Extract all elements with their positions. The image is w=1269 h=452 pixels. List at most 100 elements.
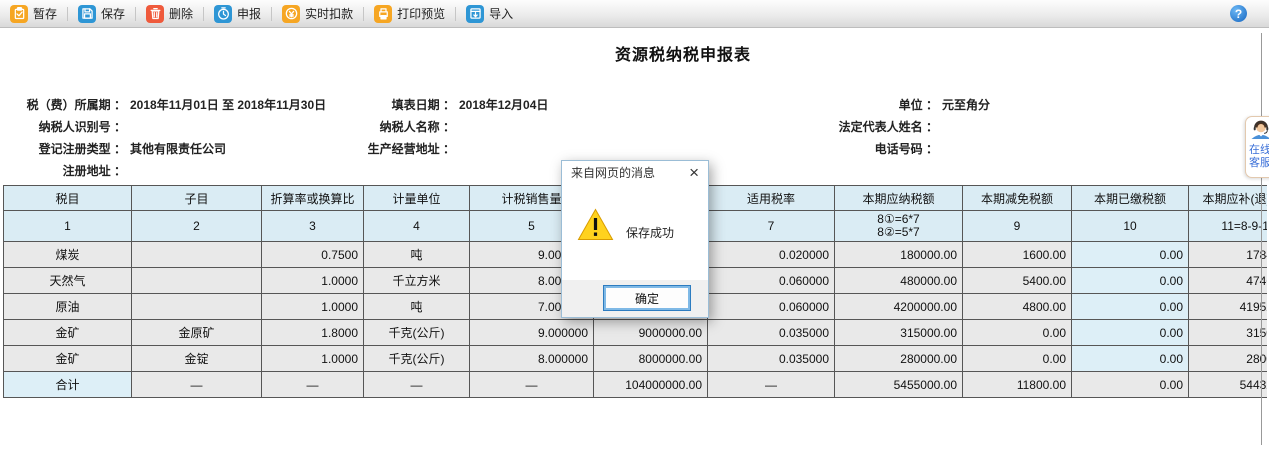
dialog-footer: 确定 (562, 280, 708, 317)
column-code: 2 (132, 211, 262, 242)
toolbar-button-label: 保存 (101, 5, 125, 22)
import-button[interactable]: 导入 (464, 5, 515, 23)
table-row: 合计————104000000.00—5455000.0011800.000.0… (4, 372, 1268, 398)
column-header: 本期减免税额 (963, 186, 1072, 211)
cell: 9.000000 (470, 320, 594, 346)
column-code: 1 (4, 211, 132, 242)
cell (132, 268, 262, 294)
column-code: 9 (963, 211, 1072, 242)
cell: 0.020000 (708, 242, 835, 268)
temp-save-icon (10, 5, 28, 23)
save-icon (78, 5, 96, 23)
cell: 5443200.00 (1189, 372, 1268, 398)
cell: — (708, 372, 835, 398)
toolbar-separator (271, 7, 272, 21)
column-header: 本期已缴税额 (1072, 186, 1189, 211)
cell: 0.00 (963, 320, 1072, 346)
cell: 0.00 (1072, 372, 1189, 398)
cell[interactable]: 0.00 (1072, 320, 1189, 346)
column-header: 税目 (4, 186, 132, 211)
save-button[interactable]: 保存 (76, 5, 127, 23)
field-label: 纳税人名称 ： (330, 118, 455, 135)
column-code: 4 (364, 211, 470, 242)
column-header: 本期应补(退)税额 (1189, 186, 1268, 211)
cell: 原油 (4, 294, 132, 320)
cell: 煤炭 (4, 242, 132, 268)
field-label: 生产经营地址 ： (330, 140, 455, 157)
cell (132, 294, 262, 320)
field-label: 法定代表人姓名 ： (750, 118, 938, 135)
cell[interactable]: 0.00 (1072, 294, 1189, 320)
field-value: 2018年12月04日 (459, 96, 548, 113)
cell: 280000.00 (1189, 346, 1268, 372)
toolbar-button-label: 实时扣款 (305, 5, 353, 22)
help-icon[interactable]: ? (1230, 5, 1247, 22)
cell: 4200000.00 (835, 294, 963, 320)
field-label: 单位 ： (750, 96, 938, 113)
field-label: 电话号码 ： (750, 140, 938, 157)
cell: 金锭 (132, 346, 262, 372)
field-label: 纳税人识别号 ： (8, 118, 126, 135)
cell: 480000.00 (835, 268, 963, 294)
column-code: 11=8-9-10 (1189, 211, 1268, 242)
payment-button[interactable]: 实时扣款 (280, 5, 355, 23)
cell: 9000000.00 (594, 320, 708, 346)
cell: 4195200.00 (1189, 294, 1268, 320)
cell[interactable]: 0.00 (1072, 242, 1189, 268)
print-button[interactable]: 打印预览 (372, 5, 447, 23)
cell: 280000.00 (835, 346, 963, 372)
toolbar-separator (67, 7, 68, 21)
cell[interactable]: 0.00 (1072, 268, 1189, 294)
close-icon[interactable]: × (689, 161, 699, 186)
cell: — (470, 372, 594, 398)
cell: 315000.00 (1189, 320, 1268, 346)
app-window: 暂存保存删除申报实时扣款打印预览导入 ? 资源税纳税申报表 税目子目折算率或换算… (0, 0, 1269, 452)
cell: 金矿 (4, 320, 132, 346)
cell: 8000000.00 (594, 346, 708, 372)
cell: 0.035000 (708, 320, 835, 346)
delete-button[interactable]: 删除 (144, 5, 195, 23)
dialog-message: 保存成功 (626, 224, 674, 241)
declare-icon (214, 5, 232, 23)
column-code: 3 (262, 211, 364, 242)
cell: 吨 (364, 242, 470, 268)
cell: 1.0000 (262, 294, 364, 320)
cell: 104000000.00 (594, 372, 708, 398)
page-title: 资源税纳税申报表 (0, 41, 1267, 65)
cell: 474600.00 (1189, 268, 1268, 294)
cell: 千克(公斤) (364, 320, 470, 346)
cell: 1.0000 (262, 346, 364, 372)
cell[interactable]: 0.00 (1072, 346, 1189, 372)
cell: 天然气 (4, 268, 132, 294)
service-avatar-icon (1249, 126, 1269, 143)
temp-save-button[interactable]: 暂存 (8, 5, 59, 23)
toolbar-button-label: 删除 (169, 5, 193, 22)
cell: 金原矿 (132, 320, 262, 346)
cell: 金矿 (4, 346, 132, 372)
cell: 0.060000 (708, 268, 835, 294)
toolbar-button-label: 申报 (237, 5, 261, 22)
cell: — (262, 372, 364, 398)
cell: 吨 (364, 294, 470, 320)
declare-button[interactable]: 申报 (212, 5, 263, 23)
table-row: 金矿金原矿1.8000千克(公斤)9.0000009000000.000.035… (4, 320, 1268, 346)
online-service-widget[interactable]: 在线 客服 (1245, 116, 1269, 178)
service-label-line2: 客服 (1249, 157, 1269, 170)
cell: 315000.00 (835, 320, 963, 346)
service-label-line1: 在线 (1249, 144, 1269, 157)
cell: — (132, 372, 262, 398)
cell: 1600.00 (963, 242, 1072, 268)
frame-border (1261, 33, 1262, 445)
cell: 4800.00 (963, 294, 1072, 320)
table-row: 金矿金锭1.0000千克(公斤)8.0000008000000.000.0350… (4, 346, 1268, 372)
cell: 1.8000 (262, 320, 364, 346)
warning-icon (577, 208, 614, 246)
field-value: 元至角分 (942, 96, 990, 113)
toolbar-separator (203, 7, 204, 21)
cell: 0.035000 (708, 346, 835, 372)
column-code: 10 (1072, 211, 1189, 242)
cell: 178400.00 (1189, 242, 1268, 268)
webpage-message-dialog: 来自网页的消息 × 保存成功 确定 (561, 160, 709, 318)
ok-button[interactable]: 确定 (603, 285, 691, 311)
toolbar-separator (455, 7, 456, 21)
